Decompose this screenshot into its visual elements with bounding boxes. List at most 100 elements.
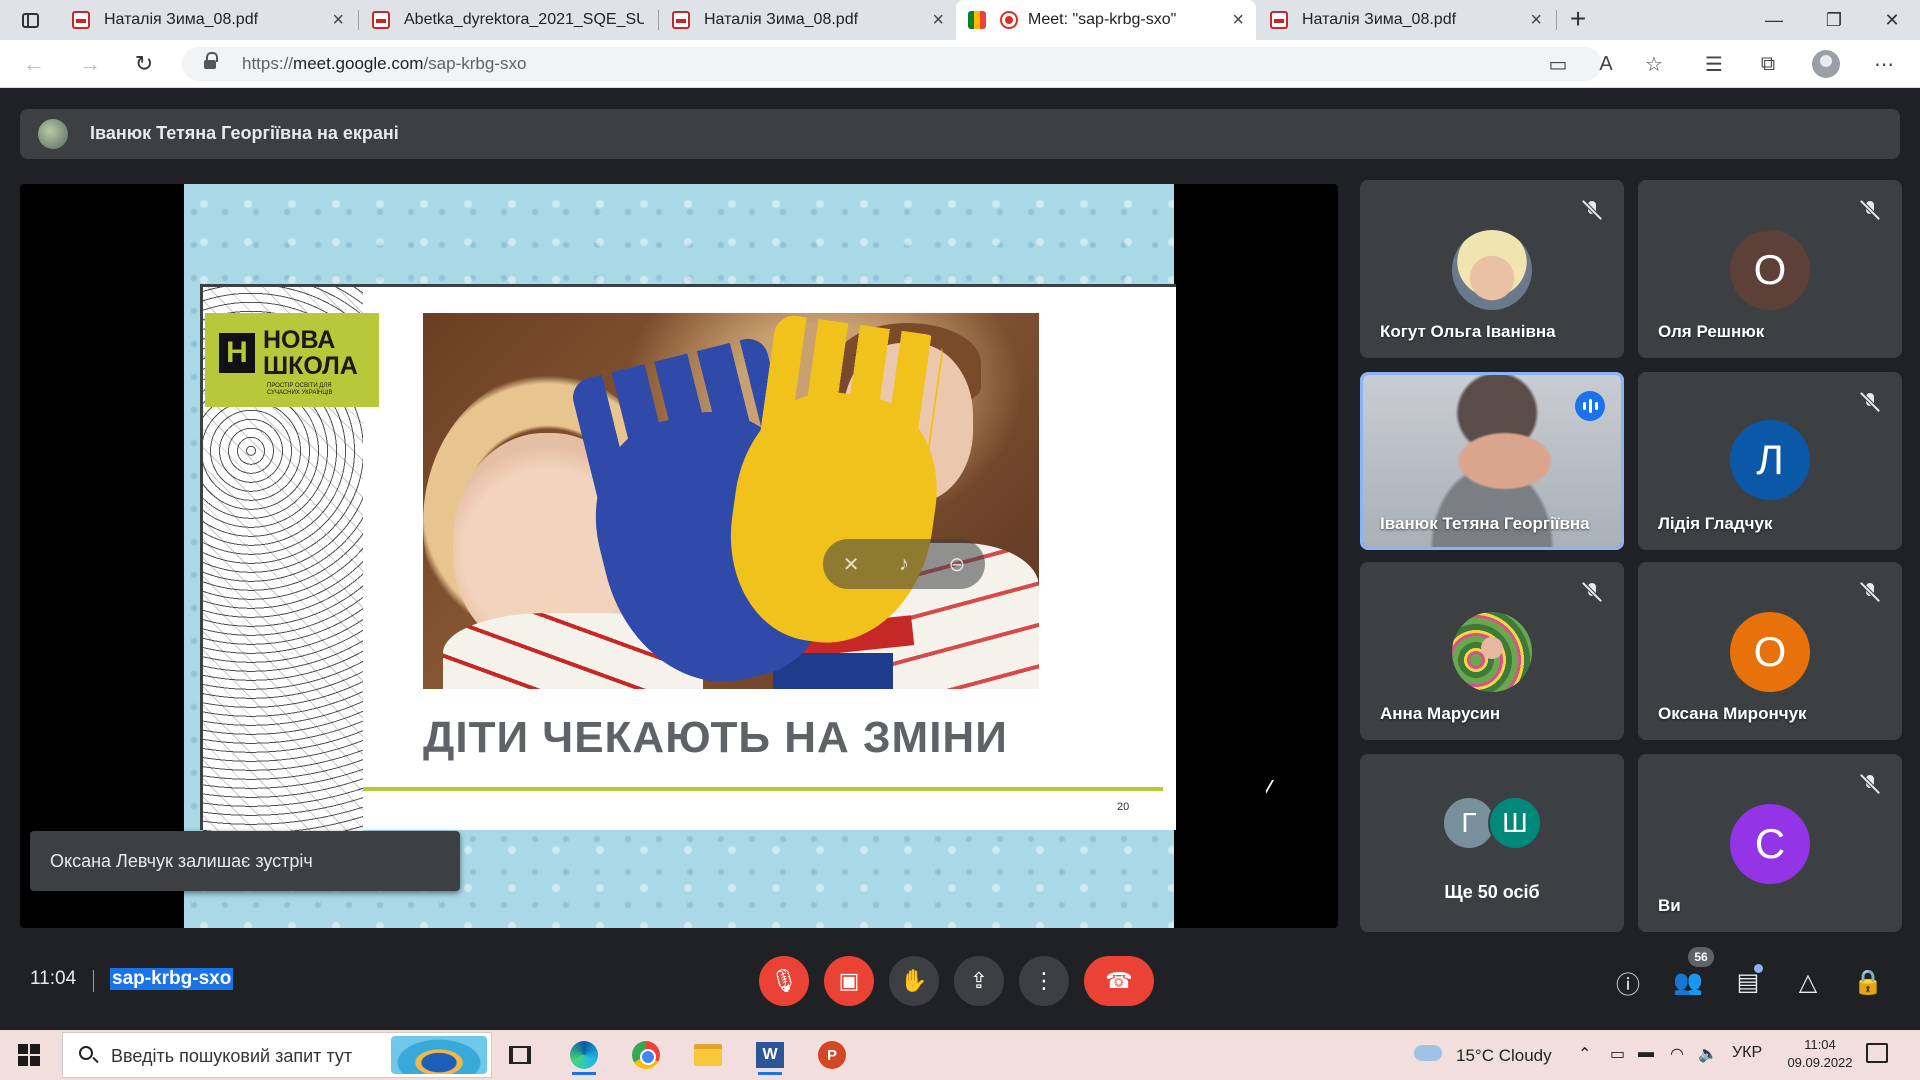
browser-tab-strip: Наталія Зима_08.pdf × Abetka_dyrektora_2…: [0, 0, 1920, 40]
close-tab-icon[interactable]: ×: [1530, 9, 1542, 32]
participant-tile[interactable]: О Оксана Мирончук: [1638, 562, 1902, 740]
host-controls-button[interactable]: 🔒: [1850, 964, 1886, 1000]
more-participants-tile[interactable]: Г Ш Ще 50 осіб: [1360, 754, 1624, 932]
settings-more-icon[interactable]: ⋯: [1868, 48, 1900, 80]
tab-title: Наталія Зима_08.pdf: [1302, 11, 1457, 28]
explorer-taskbar-app[interactable]: [686, 1035, 730, 1075]
weather-widget[interactable]: 15°C Cloudy: [1456, 1046, 1552, 1066]
present-screen-button[interactable]: ⇪: [954, 956, 1004, 1006]
url-text: https://meet.google.com/sap-krbg-sxo: [242, 54, 527, 73]
participant-tile-speaking[interactable]: Іванюк Тетяна Георгіївна: [1360, 372, 1624, 550]
minimize-button[interactable]: —: [1746, 0, 1802, 40]
google-meet-icon: [968, 11, 986, 29]
nova-shkola-logo: H НОВА ШКОЛА ПРОСТІР ОСВІТИ ДЛЯ СУЧАСНИХ…: [205, 313, 379, 407]
tab-actions-icon: [21, 12, 39, 28]
tab-title: Наталія Зима_08.pdf: [104, 11, 259, 28]
participant-tile[interactable]: О Оля Решнюк: [1638, 180, 1902, 358]
close-tab-icon[interactable]: ×: [1232, 9, 1244, 32]
leave-call-button[interactable]: ☎: [1084, 956, 1154, 1006]
reload-button[interactable]: ↻: [128, 48, 160, 80]
restore-button[interactable]: ❐: [1806, 0, 1862, 40]
participant-name: Лідія Гладчук: [1658, 514, 1773, 533]
presenting-text: Іванюк Тетяна Георгіївна на екрані: [90, 123, 399, 143]
system-time: 11:04: [1804, 1037, 1836, 1052]
remove-tile-icon[interactable]: ⊖: [948, 552, 965, 577]
toast-text: Оксана Левчук залишає зустріч: [50, 851, 313, 871]
presentation-slide: H НОВА ШКОЛА ПРОСТІР ОСВІТИ ДЛЯ СУЧАСНИХ…: [200, 284, 1176, 833]
close-tab-icon[interactable]: ×: [932, 9, 944, 32]
profile-avatar[interactable]: [1812, 50, 1840, 78]
raise-hand-button[interactable]: ✋: [889, 956, 939, 1006]
hang-up-icon: ☎: [1105, 968, 1133, 993]
presenting-banner: Іванюк Тетяна Георгіївна на екрані: [20, 109, 1900, 159]
camera-in-use-icon[interactable]: ▭: [1542, 48, 1574, 80]
forward-button[interactable]: →: [74, 48, 106, 80]
tab-actions-button[interactable]: [10, 4, 50, 36]
read-aloud-icon[interactable]: A: [1590, 48, 1622, 80]
mic-off-icon: [1858, 772, 1882, 796]
logo-line-1: НОВА: [263, 326, 336, 354]
collections-icon[interactable]: ⧉: [1752, 48, 1784, 80]
chrome-taskbar-app[interactable]: [624, 1035, 668, 1075]
windows-taskbar: Введіть пошуковий запит тут W P 15°C Clo…: [0, 1030, 1920, 1080]
address-bar: ← → ↻ https://meet.google.com/sap-krbg-s…: [0, 40, 1920, 88]
camera-toggle-button[interactable]: ▣: [824, 956, 874, 1006]
logo-line-2: ШКОЛА: [263, 352, 358, 380]
new-tab-button[interactable]: +: [1562, 4, 1594, 36]
meeting-code[interactable]: sap-krbg-sxo: [110, 968, 234, 990]
show-hidden-icons[interactable]: ⌃: [1578, 1044, 1591, 1064]
system-date: 09.09.2022: [1787, 1055, 1853, 1070]
meet-now-icon[interactable]: ▭: [1610, 1044, 1625, 1064]
browser-tab-2[interactable]: Abetka_dyrektora_2021_SQE_SUI: [360, 0, 656, 40]
system-clock[interactable]: 11:04 09.09.2022: [1778, 1036, 1862, 1072]
mic-off-icon: [1858, 390, 1882, 414]
lock-icon[interactable]: [204, 52, 218, 71]
favorites-icon[interactable]: ☰: [1698, 48, 1730, 80]
back-button[interactable]: ←: [18, 48, 50, 80]
more-vert-icon: ⋮: [1033, 968, 1055, 993]
battery-icon[interactable]: ▬: [1638, 1044, 1654, 1062]
url-field[interactable]: https://meet.google.com/sap-krbg-sxo: [182, 47, 1602, 81]
lock-person-icon: 🔒: [1853, 968, 1883, 996]
more-options-button[interactable]: ⋮: [1019, 956, 1069, 1006]
logo-subtitle: ПРОСТІР ОСВІТИ ДЛЯ СУЧАСНИХ УКРАЇНЦІВ: [267, 383, 333, 396]
participant-tile[interactable]: Когут Ольга Іванівна: [1360, 180, 1624, 358]
volume-icon[interactable]: 🔈: [1698, 1044, 1718, 1064]
wifi-icon[interactable]: ◠: [1670, 1044, 1684, 1064]
participant-tile[interactable]: Анна Марусин: [1360, 562, 1624, 740]
participant-name: Оксана Мирончук: [1658, 704, 1807, 723]
tab-title: Наталія Зима_08.pdf: [704, 11, 859, 28]
tab-separator: [1556, 10, 1557, 30]
mic-off-icon: 🎙: [770, 968, 798, 993]
children-photo: ✕ ♪ ⊖: [423, 313, 1039, 689]
pin-off-icon[interactable]: ✕: [843, 552, 860, 577]
camera-off-icon: ▣: [838, 968, 860, 993]
close-window-button[interactable]: ✕: [1864, 0, 1920, 40]
meeting-details-button[interactable]: ⓘ: [1610, 964, 1646, 1000]
participant-tile[interactable]: Л Лідія Гладчук: [1638, 372, 1902, 550]
mute-audio-icon[interactable]: ♪: [899, 553, 909, 576]
mic-off-icon: [1858, 580, 1882, 604]
shared-screen: H НОВА ШКОЛА ПРОСТІР ОСВІТИ ДЛЯ СУЧАСНИХ…: [184, 184, 1176, 928]
browser-tab-5[interactable]: Наталія Зима_08.pdf ×: [1258, 0, 1554, 40]
word-taskbar-app[interactable]: W: [748, 1035, 792, 1075]
browser-tab-meet[interactable]: Meet: "sap-krbg-sxo" ×: [956, 0, 1256, 40]
edge-taskbar-app[interactable]: [562, 1035, 606, 1075]
participant-name: Анна Марусин: [1380, 704, 1501, 723]
input-language[interactable]: УКР: [1732, 1044, 1762, 1062]
browser-tab-3[interactable]: Наталія Зима_08.pdf ×: [660, 0, 956, 40]
windows-start-button[interactable]: [18, 1044, 40, 1066]
add-favorite-icon[interactable]: ☆: [1638, 48, 1670, 80]
mic-toggle-button[interactable]: 🎙: [759, 956, 809, 1006]
taskbar-search-box[interactable]: Введіть пошуковий запит тут: [62, 1032, 492, 1078]
notifications-icon[interactable]: [1866, 1043, 1888, 1063]
powerpoint-taskbar-app[interactable]: P: [810, 1035, 854, 1075]
participant-name: Іванюк Тетяна Георгіївна: [1380, 514, 1590, 533]
mouse-cursor: [1265, 780, 1274, 794]
close-tab-icon[interactable]: ×: [332, 9, 344, 32]
browser-tab-1[interactable]: Наталія Зима_08.pdf ×: [60, 0, 356, 40]
people-button[interactable]: 👥: [1670, 964, 1706, 1000]
activities-button[interactable]: △: [1790, 964, 1826, 1000]
self-tile[interactable]: С Ви: [1638, 754, 1902, 932]
task-view-button[interactable]: [498, 1035, 542, 1075]
